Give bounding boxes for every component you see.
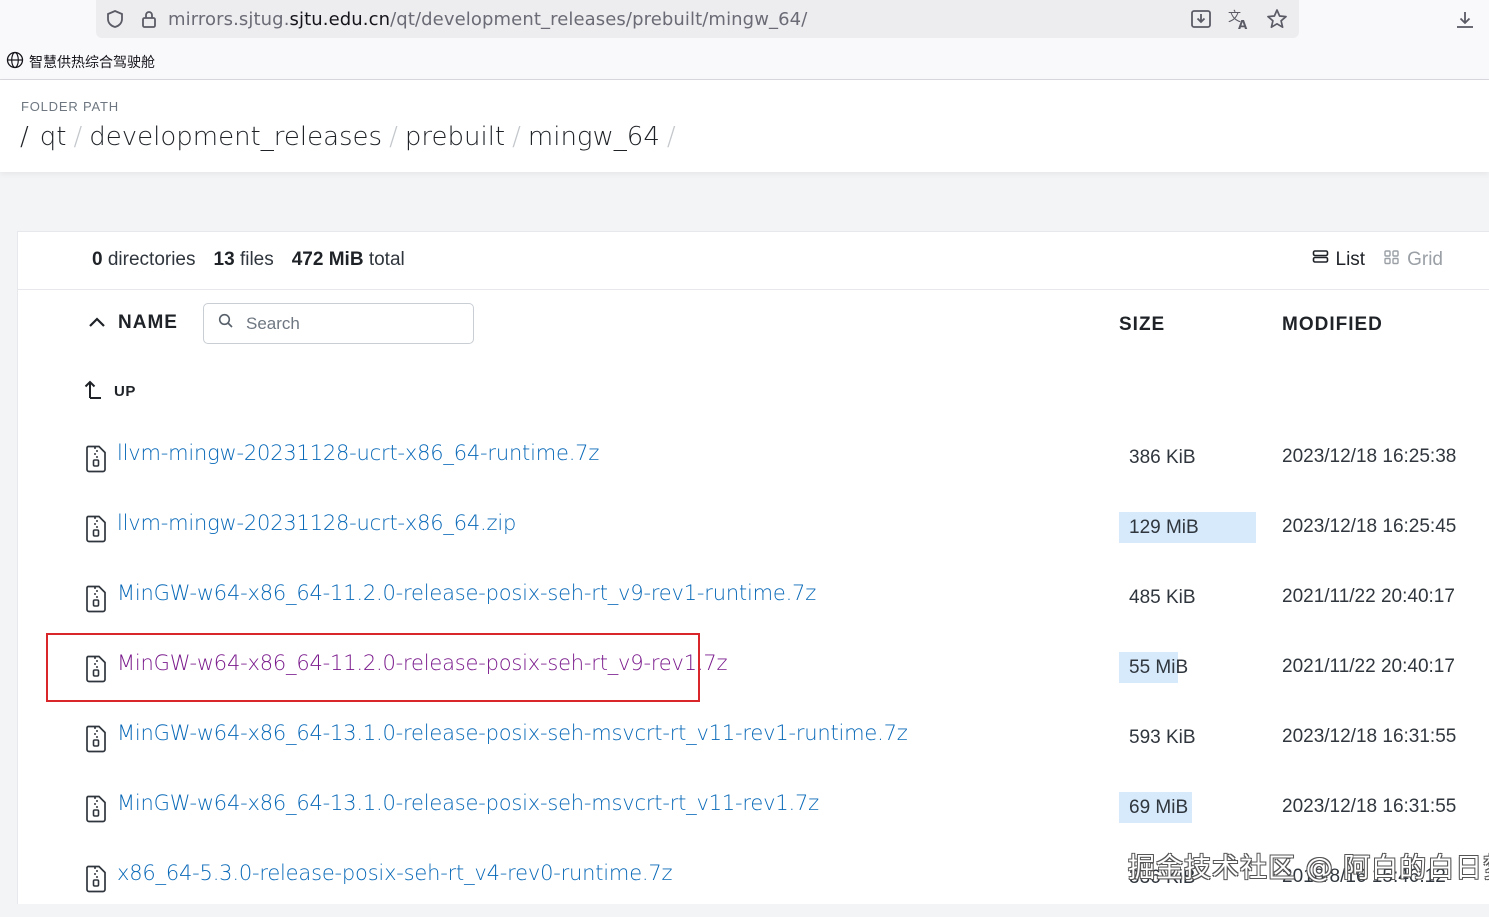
file-size-text: 69 MiB — [1129, 796, 1189, 818]
search-field[interactable] — [203, 303, 474, 344]
save-page-icon[interactable] — [1189, 7, 1213, 31]
url-text[interactable]: mirrors.sjtug.sjtu.edu.cn/qt/development… — [168, 9, 807, 30]
file-link[interactable]: MinGW-w64-x86_64-11.2.0-release-posix-se… — [117, 581, 816, 605]
total-summary: 472 MiB total — [291, 249, 405, 270]
file-link[interactable]: MinGW-w64-x86_64-13.1.0-release-posix-se… — [117, 721, 908, 745]
file-row[interactable]: MinGW-w64-x86_64-11.2.0-release-posix-se… — [18, 637, 1489, 707]
file-modified: 2023/12/18 16:25:38 — [1282, 446, 1457, 467]
file-modified: 2023/12/18 16:25:45 — [1282, 516, 1457, 537]
list-view-label: List — [1335, 248, 1366, 270]
file-size: 386 KiB — [1119, 442, 1196, 473]
star-icon[interactable] — [1265, 7, 1289, 31]
breadcrumb-item[interactable]: qt — [40, 122, 67, 152]
watermark: 掘金技术社区 @ 阿白的白日梦 — [1128, 853, 1489, 884]
sort-by-modified-button[interactable]: MODIFIED — [1282, 314, 1383, 336]
list-icon — [1312, 248, 1329, 271]
file-modified: 2021/11/22 20:40:17 — [1282, 656, 1455, 677]
shield-icon[interactable] — [104, 8, 126, 30]
breadcrumb-separator: / — [666, 122, 676, 152]
browser-toolbar: mirrors.sjtug.sjtu.edu.cn/qt/development… — [0, 0, 1489, 44]
files-summary: 13 files — [213, 249, 274, 270]
bookmark-label: 智慧供热综合驾驶舱 — [29, 54, 155, 71]
list-view-button[interactable]: List — [1312, 248, 1366, 271]
file-size: 485 KiB — [1119, 582, 1196, 613]
breadcrumb-item[interactable]: prebuilt — [405, 122, 505, 152]
svg-text:A: A — [1238, 18, 1248, 31]
file-modified: 2021/11/22 20:40:17 — [1282, 586, 1455, 607]
grid-view-label: Grid — [1407, 248, 1443, 270]
file-size: 593 KiB — [1119, 722, 1196, 753]
file-size-text: 386 KiB — [1129, 446, 1196, 468]
file-size: 55 MiB — [1119, 652, 1188, 683]
archive-file-icon — [84, 515, 108, 543]
file-listing: 0 directories 13 files 472 MiB total Lis… — [17, 231, 1489, 904]
summary-bar: 0 directories 13 files 472 MiB total Lis… — [18, 232, 1489, 290]
breadcrumb: / qt / development_releases / prebuilt /… — [20, 122, 683, 152]
sort-by-name-button[interactable]: NAME — [88, 312, 178, 334]
column-header: NAME SIZE MODIFIED — [18, 302, 1489, 348]
search-icon — [218, 313, 234, 334]
file-link[interactable]: llvm-mingw-20231128-ucrt-x86_64-runtime.… — [117, 441, 599, 465]
globe-icon — [6, 51, 24, 73]
file-row[interactable]: llvm-mingw-20231128-ucrt-x86_64-runtime.… — [18, 427, 1489, 497]
breadcrumb-root[interactable]: / — [20, 122, 29, 152]
file-row[interactable]: MinGW-w64-x86_64-13.1.0-release-posix-se… — [18, 707, 1489, 777]
directories-summary: 0 directories — [92, 249, 196, 270]
file-modified: 2023/12/18 16:31:55 — [1282, 726, 1457, 747]
grid-icon — [1383, 248, 1400, 271]
breadcrumb-separator: / — [512, 122, 521, 152]
arrow-up-icon — [84, 378, 104, 404]
file-size-text: 485 KiB — [1129, 586, 1196, 608]
page-header: FOLDER PATH / qt / development_releases … — [0, 80, 1489, 172]
file-row[interactable]: llvm-mingw-20231128-ucrt-x86_64.zip 129 M… — [18, 497, 1489, 567]
translate-icon[interactable]: 文A — [1227, 7, 1251, 31]
up-label: UP — [114, 382, 136, 400]
breadcrumb-item[interactable]: mingw_64 — [528, 122, 660, 152]
file-size-text: 593 KiB — [1129, 726, 1196, 748]
bookmark-item[interactable]: 智慧供热综合驾驶舱 — [6, 51, 155, 73]
archive-file-icon — [84, 725, 108, 753]
file-size: 69 MiB — [1119, 792, 1192, 823]
sort-by-size-button[interactable]: SIZE — [1119, 314, 1165, 336]
sort-ascending-icon — [88, 312, 106, 334]
archive-file-icon — [84, 585, 108, 613]
file-size: 129 MiB — [1119, 512, 1256, 543]
archive-file-icon — [84, 655, 108, 683]
breadcrumb-item[interactable]: development_releases — [89, 122, 382, 152]
file-size-text: 129 MiB — [1129, 516, 1199, 538]
archive-file-icon — [84, 445, 108, 473]
archive-file-icon — [84, 865, 108, 893]
file-size-text: 55 MiB — [1129, 656, 1189, 678]
listing-summary: 0 directories 13 files 472 MiB total — [92, 249, 405, 271]
file-modified: 2023/12/18 16:31:55 — [1282, 796, 1457, 817]
breadcrumb-separator: / — [73, 122, 83, 152]
address-bar[interactable]: mirrors.sjtug.sjtu.edu.cn/qt/development… — [96, 0, 1299, 38]
file-link[interactable]: MinGW-w64-x86_64-13.1.0-release-posix-se… — [117, 791, 819, 815]
lock-icon[interactable] — [138, 8, 160, 30]
search-input[interactable] — [244, 312, 454, 335]
breadcrumb-separator: / — [389, 122, 398, 152]
file-row[interactable]: MinGW-w64-x86_64-11.2.0-release-posix-se… — [18, 567, 1489, 637]
bookmarks-bar: 智慧供热综合驾驶舱 — [0, 44, 1489, 80]
name-column-label: NAME — [118, 312, 178, 333]
file-link[interactable]: x86_64-5.3.0-release-posix-seh-rt_v4-rev… — [117, 861, 673, 885]
file-link[interactable]: MinGW-w64-x86_64-11.2.0-release-posix-se… — [117, 651, 728, 675]
download-icon[interactable] — [1453, 8, 1477, 32]
view-toggle: List Grid — [1312, 248, 1443, 271]
folder-path-label: FOLDER PATH — [21, 99, 119, 114]
file-row[interactable]: MinGW-w64-x86_64-13.1.0-release-posix-se… — [18, 777, 1489, 847]
file-link[interactable]: llvm-mingw-20231128-ucrt-x86_64.zip — [117, 511, 516, 535]
archive-file-icon — [84, 795, 108, 823]
grid-view-button[interactable]: Grid — [1383, 248, 1443, 271]
parent-directory-link[interactable]: UP — [84, 378, 136, 404]
